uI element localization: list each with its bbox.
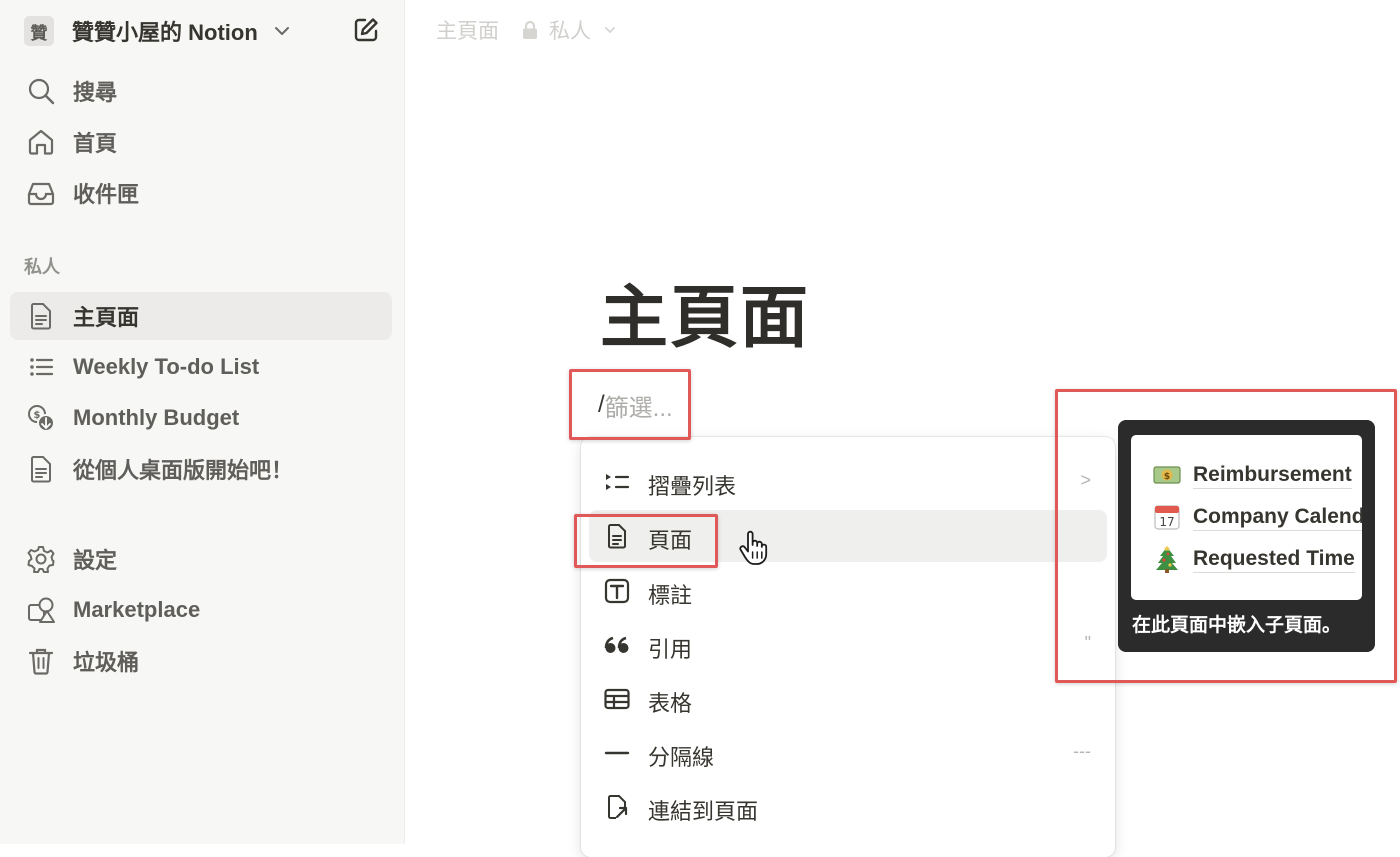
filter-placeholder: 篩選... — [604, 394, 673, 422]
svg-text:$: $ — [1164, 472, 1170, 482]
sidebar-item-search[interactable]: 搜尋 — [10, 67, 392, 115]
home-icon — [26, 127, 56, 157]
menu-item-toggle-list[interactable]: 摺疊列表 > — [581, 456, 1115, 508]
chevron-down-icon[interactable] — [603, 23, 617, 37]
section-label-private[interactable]: 私人 — [24, 253, 60, 279]
menu-item-label: 連結到頁面 — [648, 799, 759, 824]
preview-row: $ Reimbursement — [1153, 459, 1352, 491]
sidebar-item-label: 主頁面 — [73, 305, 140, 330]
sidebar-item-label: 從個人桌面版開始吧！ — [73, 458, 294, 483]
sidebar-item-label: Marketplace — [73, 597, 201, 622]
page-preview-tooltip: $ Reimbursement 17 Company Calendar Requ… — [1118, 420, 1375, 652]
sidebar-item-settings[interactable]: 設定 — [10, 535, 392, 583]
menu-item-table[interactable]: 表格 — [581, 673, 1115, 725]
preview-row-text: Requested Time — [1193, 546, 1355, 573]
link-page-icon — [603, 793, 631, 821]
menu-item-divider[interactable]: 分隔線 --- — [581, 727, 1115, 779]
money-emoji-icon: $ — [1153, 461, 1181, 489]
sidebar-item-label: 收件匣 — [73, 182, 140, 207]
calendar-day: 17 — [1159, 515, 1174, 529]
quote-icon — [603, 631, 631, 659]
sidebar-item-inbox[interactable]: 收件匣 — [10, 169, 392, 217]
callout-icon — [603, 577, 631, 605]
menu-item-label: 頁面 — [648, 528, 693, 553]
workspace-avatar: 贊 — [24, 16, 54, 46]
search-icon — [26, 76, 56, 106]
breadcrumb: 主頁面 私人 — [436, 14, 617, 46]
sidebar-item-label: 首頁 — [73, 131, 118, 156]
sidebar-item-label: 垃圾桶 — [73, 650, 140, 675]
preview-row-text: Company Calendar — [1193, 504, 1362, 531]
sidebar-item-main-page[interactable]: 主頁面 — [10, 292, 392, 340]
preview-row: 17 Company Calendar — [1153, 501, 1362, 533]
budget-icon: $ — [26, 403, 56, 433]
new-page-icon[interactable] — [352, 16, 380, 44]
workspace-switcher[interactable]: 贊 贊贊小屋的 Notion — [24, 12, 292, 50]
christmas-tree-emoji-icon — [1153, 545, 1181, 573]
sidebar-item-trash[interactable]: 垃圾桶 — [10, 637, 392, 685]
page-icon — [603, 522, 631, 550]
menu-item-page[interactable]: 頁面 — [581, 510, 1115, 562]
hand-cursor-icon — [739, 530, 768, 565]
sidebar-item-weekly-todo[interactable]: Weekly To-do List — [10, 343, 392, 391]
trash-icon — [26, 646, 56, 676]
menu-item-link-to-page[interactable]: 連結到頁面 — [581, 781, 1115, 833]
sidebar-item-monthly-budget[interactable]: $ Monthly Budget — [10, 394, 392, 442]
sidebar-item-home[interactable]: 首頁 — [10, 118, 392, 166]
menu-item-shortcut: > — [1080, 470, 1091, 490]
calendar-emoji-icon: 17 — [1153, 503, 1181, 531]
sidebar-item-label: 搜尋 — [73, 80, 118, 105]
page-title[interactable]: 主頁面 — [600, 262, 810, 361]
list-icon — [26, 352, 56, 382]
slash-command-menu: 摺疊列表 > 頁面 標註 引用 " 表格 分隔線 --- 連結到頁面 — [581, 437, 1115, 857]
divider-icon — [603, 739, 631, 767]
preview-row-text: Reimbursement — [1193, 462, 1352, 489]
table-icon — [603, 685, 631, 713]
menu-item-label: 表格 — [648, 691, 693, 716]
menu-item-label: 分隔線 — [648, 745, 715, 770]
marketplace-icon — [26, 595, 56, 625]
toggle-list-icon — [603, 468, 631, 496]
menu-item-callout[interactable]: 標註 — [581, 565, 1115, 617]
menu-item-shortcut: --- — [1073, 741, 1091, 761]
chevron-down-icon — [274, 27, 289, 35]
gear-icon — [26, 544, 56, 574]
menu-item-label: 標註 — [648, 583, 693, 608]
preview-row: Requested Time — [1153, 543, 1355, 575]
workspace-name: 贊贊小屋的 Notion — [72, 20, 258, 45]
page-icon — [26, 454, 56, 484]
sidebar-item-getting-started[interactable]: 從個人桌面版開始吧！ — [10, 445, 392, 493]
preview-card: $ Reimbursement 17 Company Calendar Requ… — [1131, 435, 1362, 600]
sidebar-item-marketplace[interactable]: Marketplace — [10, 586, 392, 634]
sidebar-item-label: Monthly Budget — [73, 405, 240, 430]
sidebar-item-label: 設定 — [73, 548, 118, 573]
menu-item-quote[interactable]: 引用 " — [581, 619, 1115, 671]
tooltip-caption: 在此頁面中嵌入子頁面。 — [1132, 615, 1342, 636]
privacy-label[interactable]: 私人 — [549, 15, 591, 45]
slash-command-input[interactable]: / 篩選... — [598, 385, 673, 425]
inbox-icon — [26, 178, 56, 208]
menu-item-label: 引用 — [648, 637, 693, 662]
page-icon — [26, 301, 56, 331]
menu-item-shortcut: " — [1084, 633, 1091, 653]
sidebar-item-label: Weekly To-do List — [73, 354, 260, 379]
slash-char: / — [598, 391, 605, 418]
sidebar: 贊 贊贊小屋的 Notion 搜尋 首頁 收件匣 私人 主頁面 Weekly T… — [0, 0, 405, 844]
menu-item-label: 摺疊列表 — [648, 474, 737, 499]
breadcrumb-page[interactable]: 主頁面 — [436, 15, 499, 45]
lock-icon — [523, 20, 537, 39]
